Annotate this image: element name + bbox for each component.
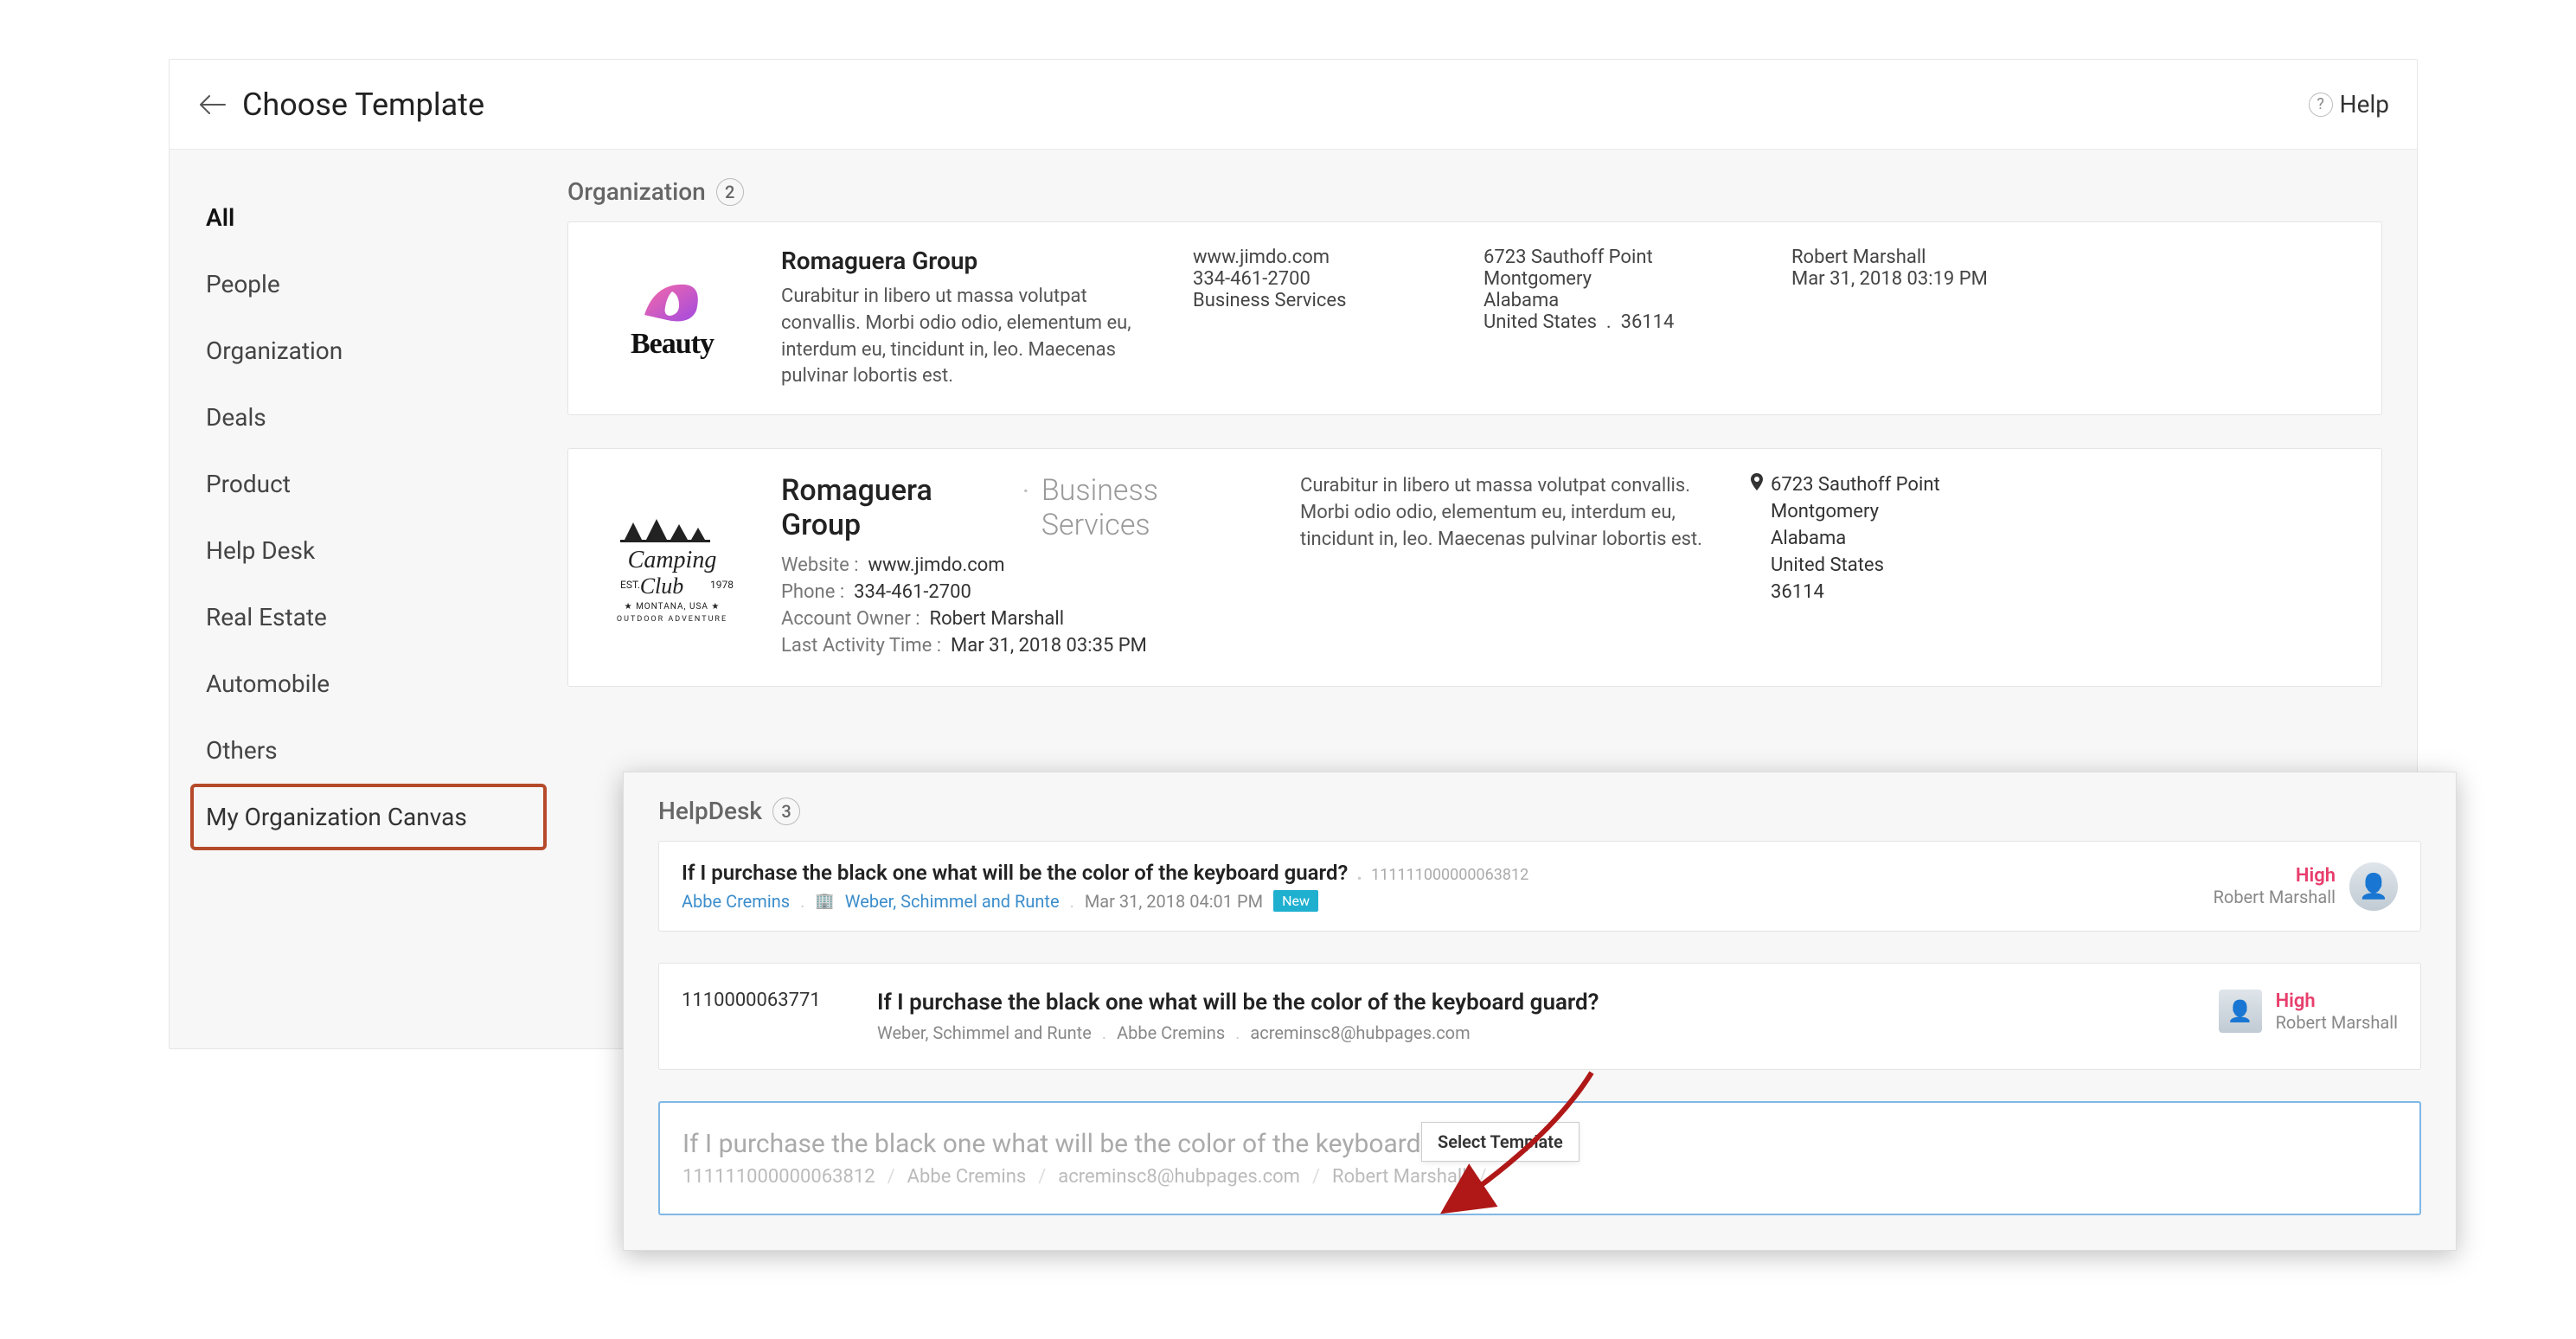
t2-title: If I purchase the black one what will be…: [877, 990, 2188, 1015]
card1-date: Mar 31, 2018 03:19 PM: [1791, 268, 2034, 290]
sidebar-item-helpdesk[interactable]: Help Desk: [190, 517, 547, 584]
t1-account-link[interactable]: Weber, Schimmel and Runte: [845, 891, 1060, 912]
t1-date: Mar 31, 2018 04:01 PM: [1085, 891, 1263, 912]
t2-owner: Robert Marshall: [2276, 1012, 2398, 1033]
t2-avatar: 👤: [2219, 990, 2262, 1033]
building-icon: 🏢: [815, 892, 834, 910]
organization-label: Organization: [567, 177, 706, 206]
card1-desc: Curabitur in libero ut massa volutpat co…: [781, 284, 1162, 390]
card2-name: Romaguera Group: [781, 473, 1010, 542]
card1-name: Romaguera Group: [781, 247, 1162, 275]
sidebar-item-others[interactable]: Others: [190, 717, 547, 784]
sidebar-item-my-organization-canvas[interactable]: My Organization Canvas: [190, 784, 547, 850]
t2-account: Weber, Schimmel and Runte: [877, 1022, 1092, 1043]
card1-addr-country-zip: United States . 36114: [1483, 311, 1760, 333]
sidebar-item-organization[interactable]: Organization: [190, 317, 547, 384]
card1-industry: Business Services: [1193, 290, 1452, 311]
t1-new-badge: New: [1273, 890, 1318, 912]
card1-logo: Beauty: [594, 247, 750, 390]
pin-icon: [1750, 473, 1764, 496]
sidebar: All People Organization Deals Product He…: [170, 150, 567, 885]
svg-text:EST.: EST.: [620, 579, 640, 591]
panel-title: Choose Template: [242, 86, 484, 123]
ticket-3-selected[interactable]: If I purchase the black one what will be…: [658, 1101, 2421, 1215]
sidebar-item-people[interactable]: People: [190, 251, 547, 317]
helpdesk-label: HelpDesk: [658, 797, 762, 825]
help-icon: ?: [2309, 93, 2333, 117]
template-card-1[interactable]: Beauty Romaguera Group Curabitur in libe…: [567, 221, 2382, 415]
app-root: Choose Template ? Help All People Organi…: [0, 0, 2576, 1339]
card2-logo: Camping EST. Club 1978 ★ MONTANA, USA ★ …: [594, 473, 750, 662]
t1-title: If I purchase the black one what will be…: [682, 861, 1348, 885]
card1-phone: 334-461-2700: [1193, 268, 1452, 290]
t3-email: acreminsc8@hubpages.com: [1058, 1166, 1300, 1188]
t1-owner: Robert Marshall: [2214, 887, 2336, 907]
panel-header: Choose Template ? Help: [170, 60, 2417, 150]
ticket-1[interactable]: If I purchase the black one what will be…: [658, 841, 2421, 932]
sidebar-item-realestate[interactable]: Real Estate: [190, 584, 547, 650]
t2-priority: High: [2276, 990, 2398, 1012]
helpdesk-section-label: HelpDesk 3: [658, 797, 2421, 825]
card2-sub: Business Services: [1041, 473, 1266, 542]
sidebar-item-all[interactable]: All: [190, 184, 547, 251]
card1-logo-text: Beauty: [631, 328, 714, 361]
t2-id: 1110000063771: [682, 990, 846, 1011]
t3-id: 111111000000063812: [682, 1166, 875, 1188]
svg-text:Club: Club: [640, 573, 684, 599]
card2-desc: Curabitur in libero ut massa volutpat co…: [1300, 473, 1715, 553]
card1-owner: Robert Marshall: [1791, 247, 2034, 268]
t2-contact: Abbe Cremins: [1117, 1022, 1225, 1043]
help-link[interactable]: ? Help: [2309, 90, 2389, 119]
t1-contact-link[interactable]: Abbe Cremins: [682, 891, 790, 912]
t3-owner: Robert Marshall: [1332, 1166, 1467, 1188]
helpdesk-count-badge: 3: [772, 798, 800, 825]
organization-count-badge: 2: [716, 178, 744, 206]
ticket-2[interactable]: 1110000063771 If I purchase the black on…: [658, 963, 2421, 1070]
t1-avatar: 👤: [2349, 862, 2398, 911]
helpdesk-overlay: HelpDesk 3 If I purchase the black one w…: [623, 772, 2457, 1251]
card1-site: www.jimdo.com: [1193, 247, 1452, 268]
card1-addr-city: Montgomery: [1483, 268, 1760, 290]
sidebar-item-product[interactable]: Product: [190, 451, 547, 517]
beauty-swoosh-icon: [638, 276, 707, 328]
svg-text:Camping: Camping: [628, 547, 717, 573]
t3-contact: Abbe Cremins: [907, 1166, 1027, 1188]
t1-id: 111111000000063812: [1371, 866, 1528, 884]
svg-text:OUTDOOR ADVENTURE: OUTDOOR ADVENTURE: [617, 615, 727, 624]
card1-addr-state: Alabama: [1483, 290, 1760, 311]
svg-text:★ MONTANA, USA ★: ★ MONTANA, USA ★: [625, 602, 721, 612]
organization-section-label: Organization 2: [567, 177, 2382, 206]
card1-addr-street: 6723 Sauthoff Point: [1483, 247, 1760, 268]
select-template-button[interactable]: Select Template: [1421, 1122, 1580, 1162]
t2-email: acreminsc8@hubpages.com: [1250, 1022, 1470, 1043]
sidebar-item-deals[interactable]: Deals: [190, 384, 547, 451]
sidebar-item-automobile[interactable]: Automobile: [190, 650, 547, 717]
camping-club-logo-icon: Camping EST. Club 1978 ★ MONTANA, USA ★ …: [603, 507, 741, 628]
svg-text:1978: 1978: [710, 579, 734, 591]
template-card-2[interactable]: Camping EST. Club 1978 ★ MONTANA, USA ★ …: [567, 448, 2382, 687]
help-label: Help: [2340, 90, 2389, 119]
back-arrow-icon[interactable]: [197, 89, 228, 120]
t1-priority: High: [2214, 865, 2336, 887]
